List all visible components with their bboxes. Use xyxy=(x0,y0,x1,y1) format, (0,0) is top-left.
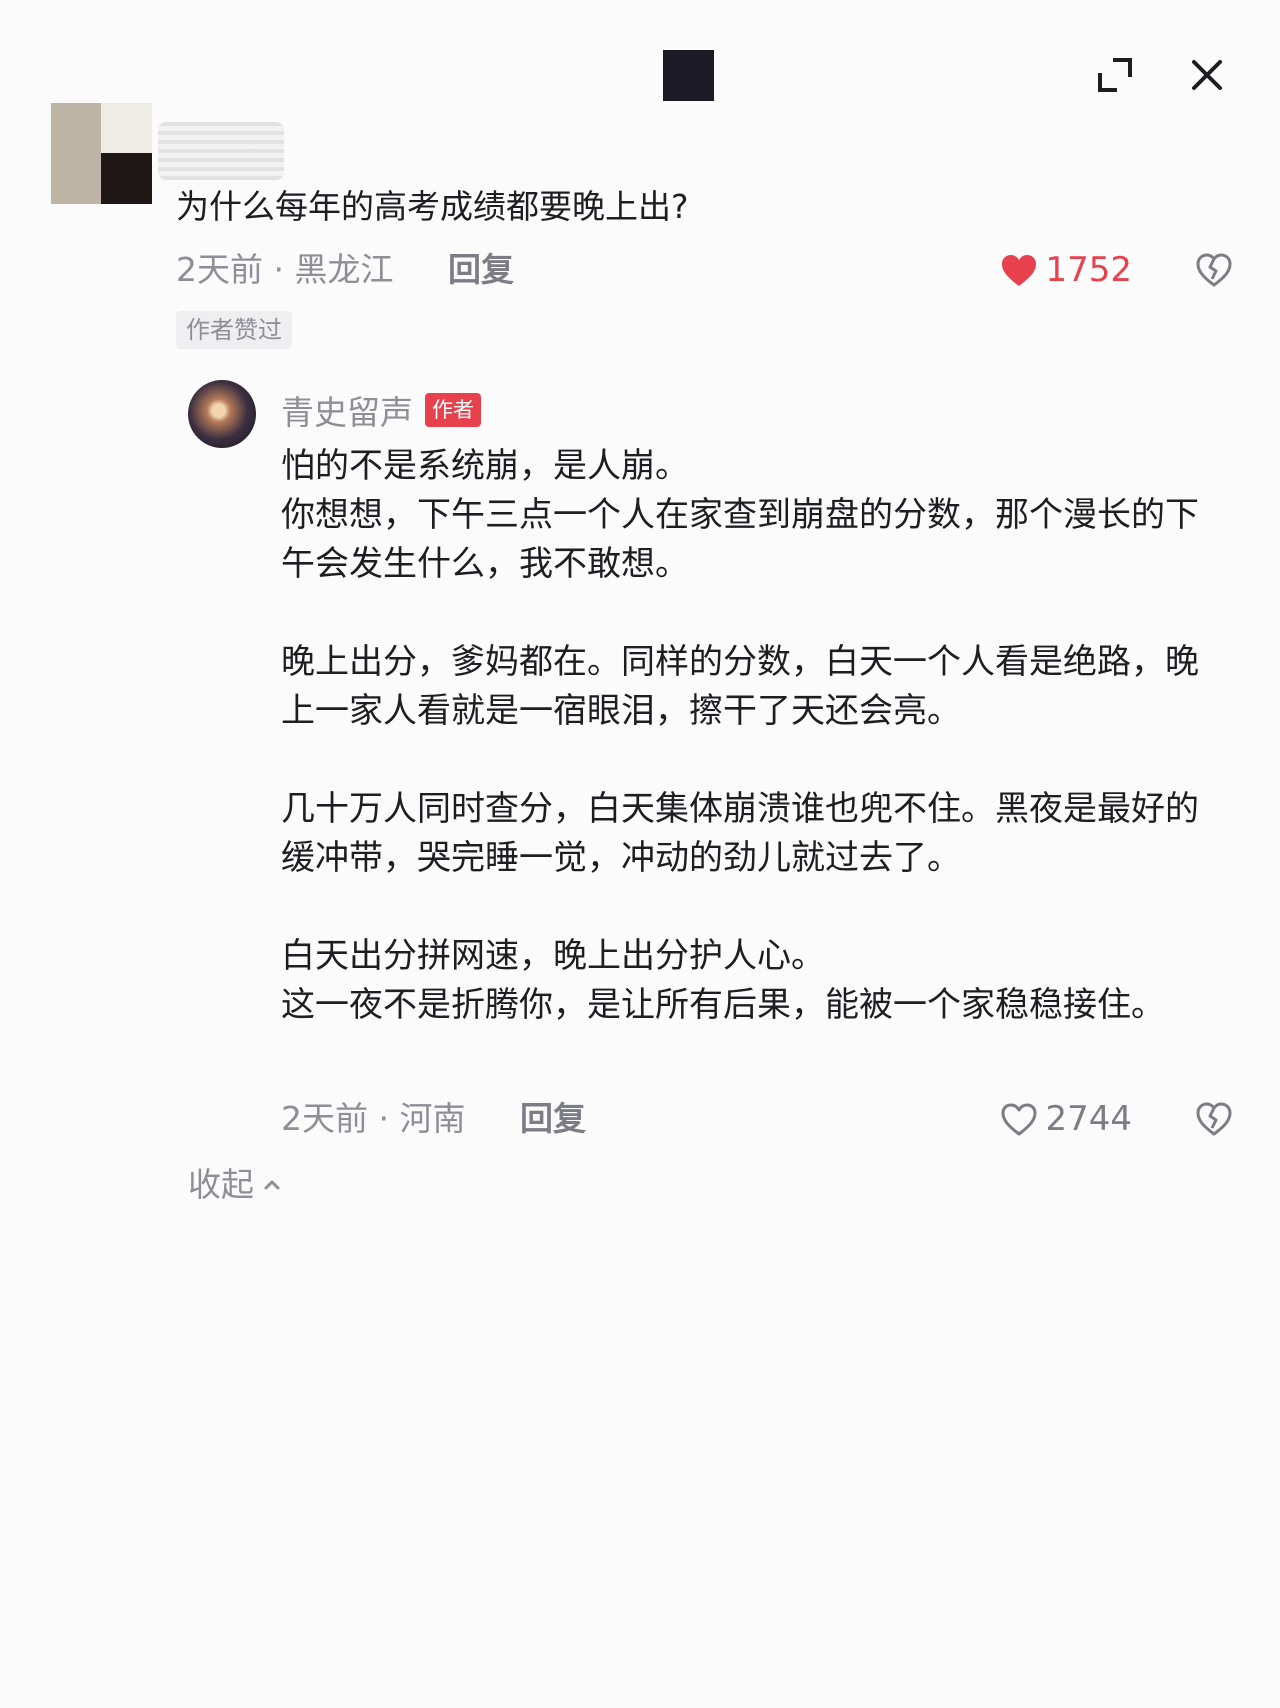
author-badge: 作者 xyxy=(425,393,481,427)
avatar[interactable] xyxy=(51,103,152,204)
reply-button[interactable]: 回复 xyxy=(520,1099,586,1138)
comment-panel: 为什么每年的高考成绩都要晚上出? 2天前 · 黑龙江 回复 1752 作者赞过 … xyxy=(0,0,1280,1708)
reply-author-name[interactable]: 青史留声 xyxy=(281,386,413,434)
expand-icon[interactable] xyxy=(1094,54,1136,96)
like-button[interactable]: 2744 xyxy=(1001,1097,1132,1141)
like-button[interactable]: 1752 xyxy=(1001,248,1132,292)
reply-text: 怕的不是系统崩，是人崩。 你想想，下午三点一个人在家查到崩盘的分数，那个漫长的下… xyxy=(281,442,1221,1030)
reply-paragraph: 怕的不是系统崩，是人崩。 你想想，下午三点一个人在家查到崩盘的分数，那个漫长的下… xyxy=(281,446,1199,584)
collapse-label: 收起 xyxy=(188,1165,254,1204)
reply-author-row: 青史留声 作者 xyxy=(281,388,481,432)
like-count: 2744 xyxy=(1045,1099,1132,1139)
reply-paragraph: 白天出分拼网速，晚上出分护人心。 这一夜不是折腾你，是让所有后果，能被一个家稳稳… xyxy=(281,936,1165,1025)
like-count: 1752 xyxy=(1045,250,1132,290)
heart-filled-icon xyxy=(1002,254,1037,286)
reply-time-location: 2天前 · 河南 xyxy=(281,1099,466,1138)
comment-text: 为什么每年的高考成绩都要晚上出? xyxy=(176,187,689,226)
close-icon[interactable] xyxy=(1186,54,1228,96)
username-blurred[interactable] xyxy=(158,122,284,180)
heart-outline-icon xyxy=(1001,1103,1037,1135)
chevron-up-icon xyxy=(264,1180,280,1190)
broken-heart-icon[interactable] xyxy=(1196,1101,1232,1137)
reply-paragraph: 晚上出分，爹妈都在。同样的分数，白天一个人看是绝路，晚上一家人看就是一宿眼泪，擦… xyxy=(281,642,1199,731)
reply-button[interactable]: 回复 xyxy=(448,250,514,289)
reply-paragraph: 几十万人同时查分，白天集体崩溃谁也兜不住。黑夜是最好的缓冲带，哭完睡一觉，冲动的… xyxy=(281,789,1199,878)
reply-meta: 2天前 · 河南 回复 xyxy=(281,1097,586,1141)
comment-meta: 2天前 · 黑龙江 回复 xyxy=(176,248,514,292)
reply-avatar[interactable] xyxy=(188,380,256,448)
comment-time-location: 2天前 · 黑龙江 xyxy=(176,250,394,289)
author-liked-badge: 作者赞过 xyxy=(176,311,292,349)
broken-heart-icon[interactable] xyxy=(1196,252,1232,288)
drag-handle-icon[interactable] xyxy=(663,50,714,101)
collapse-button[interactable]: 收起 xyxy=(188,1163,284,1207)
